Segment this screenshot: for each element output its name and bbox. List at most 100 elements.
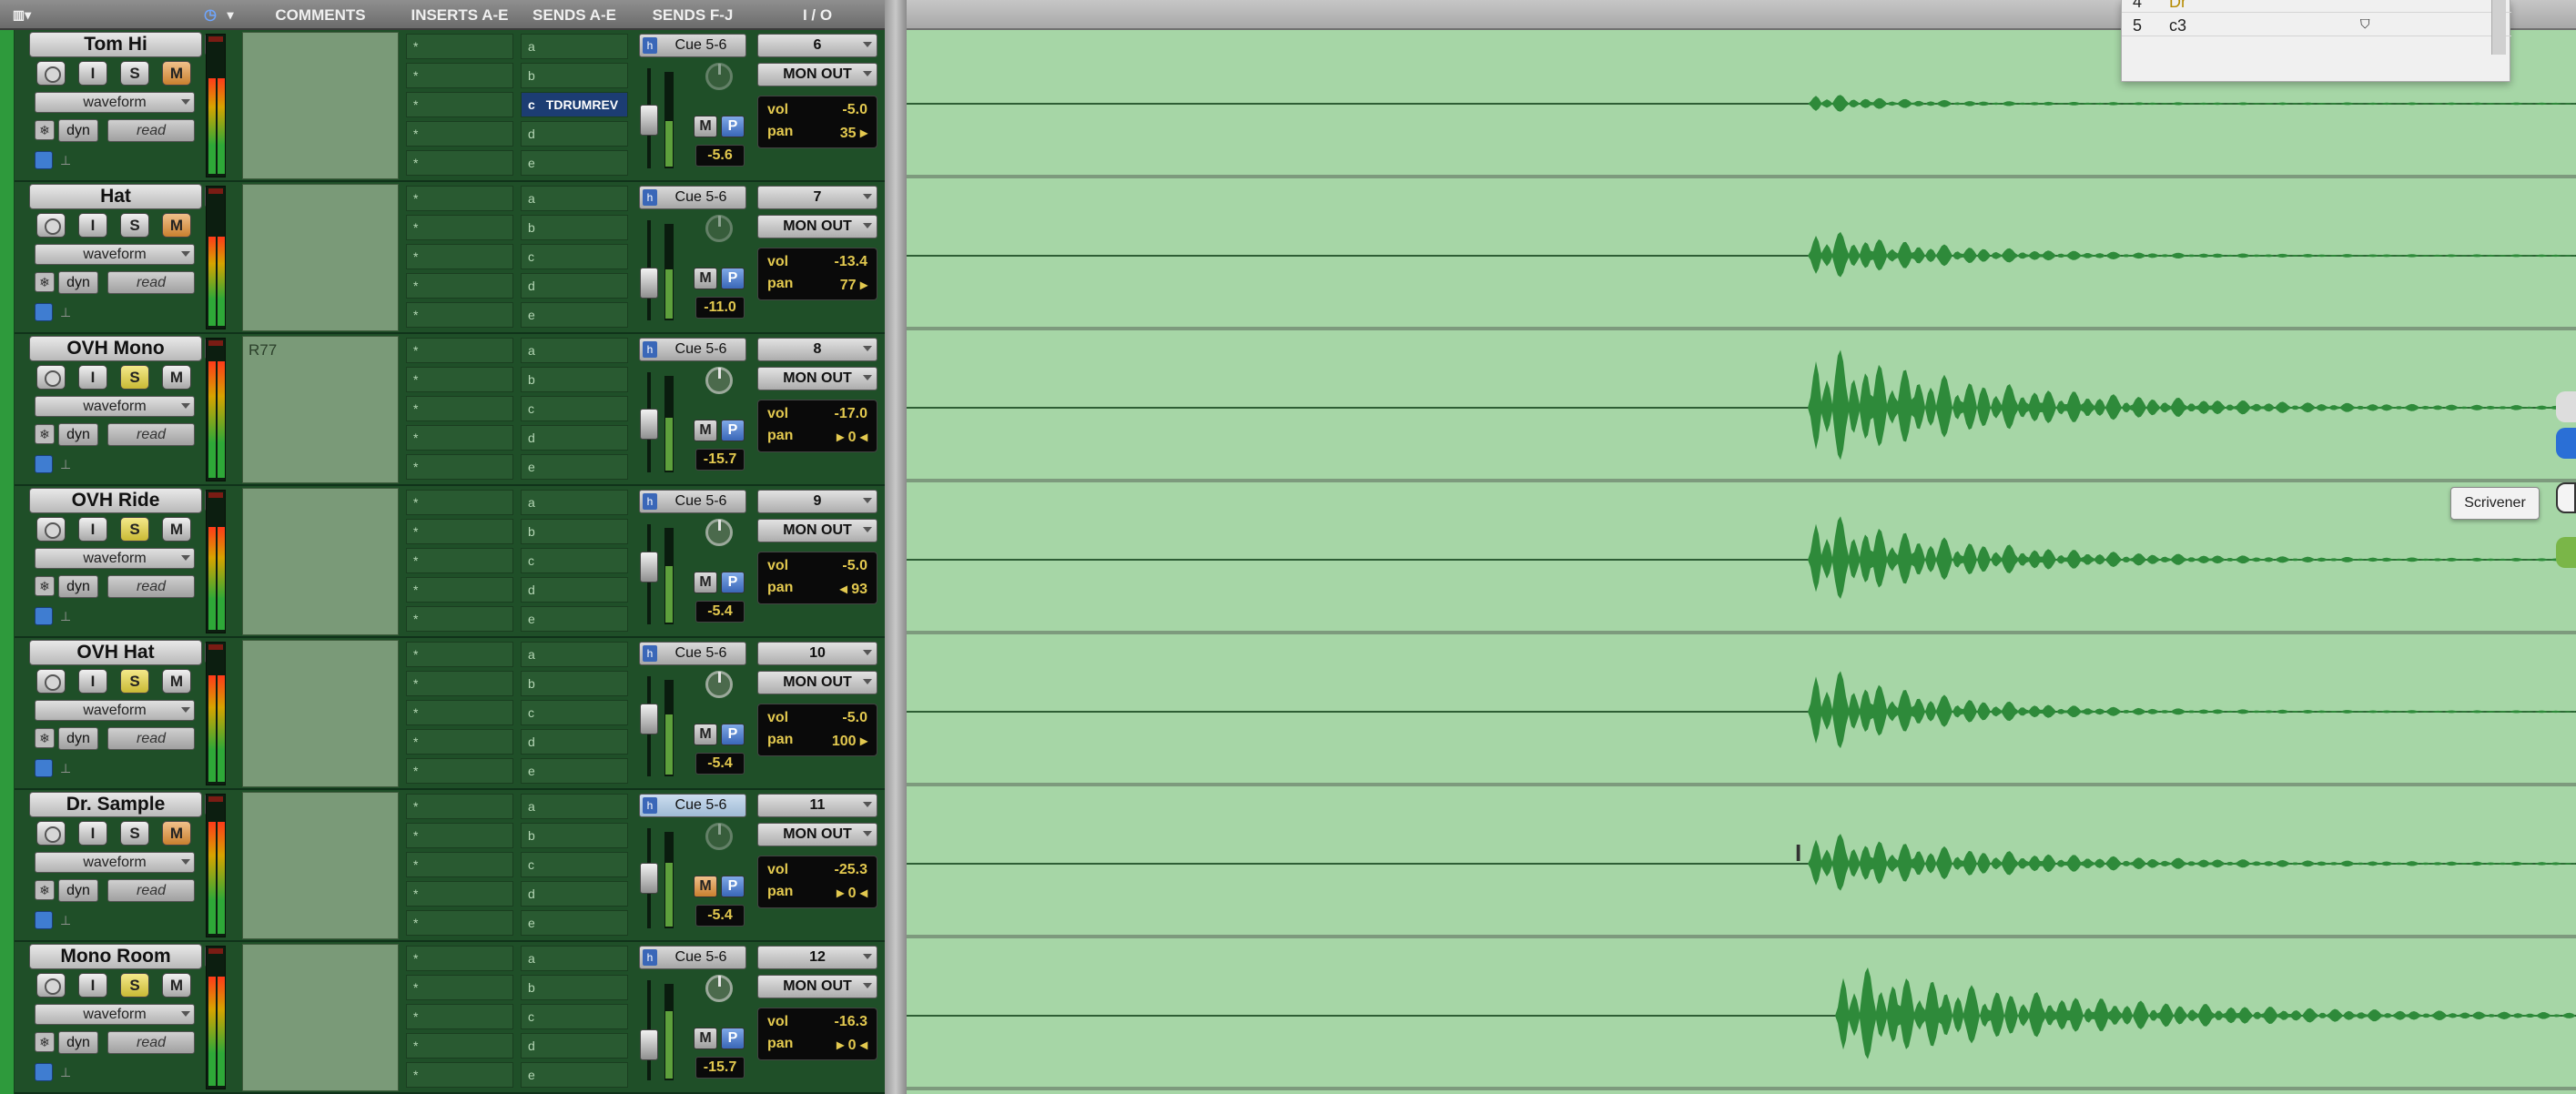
record-arm-button[interactable]: [36, 365, 66, 390]
dynamic-plugin-button[interactable]: dyn: [58, 271, 98, 294]
insert-slot[interactable]: *: [406, 34, 513, 59]
send-mute-button[interactable]: M: [694, 420, 717, 441]
insert-slot[interactable]: *: [406, 758, 513, 784]
dynamic-plugin-button[interactable]: dyn: [58, 727, 98, 750]
vol-value[interactable]: -17.0: [835, 406, 867, 422]
freeze-icon[interactable]: ❄: [35, 576, 55, 596]
track-name[interactable]: Hat: [29, 184, 223, 209]
automation-mode-selector[interactable]: read: [107, 423, 195, 446]
dynamic-plugin-button[interactable]: dyn: [58, 423, 98, 446]
output-selector[interactable]: MON OUT: [757, 975, 877, 998]
insert-slot[interactable]: *: [406, 63, 513, 88]
input-monitor-button[interactable]: I: [78, 365, 107, 390]
output-selector[interactable]: MON OUT: [757, 63, 877, 86]
track-name[interactable]: Tom Hi: [29, 32, 223, 57]
send-mute-button[interactable]: M: [694, 268, 717, 289]
send-slot[interactable]: c TDRUMREV: [521, 92, 628, 117]
send-slot[interactable]: e: [521, 302, 628, 328]
insert-slot[interactable]: *: [406, 946, 513, 971]
send-prefader-button[interactable]: P: [721, 116, 745, 137]
send-pan-knob-icon[interactable]: [705, 519, 733, 546]
insert-slot[interactable]: *: [406, 425, 513, 451]
fader-cap[interactable]: [640, 552, 658, 582]
send-slot[interactable]: b: [521, 671, 628, 696]
vol-value[interactable]: -5.0: [842, 102, 867, 118]
record-arm-button[interactable]: [36, 973, 66, 998]
track-comments[interactable]: [242, 32, 399, 179]
freeze-icon[interactable]: ❄: [35, 424, 55, 444]
insert-slot[interactable]: *: [406, 273, 513, 299]
insert-slot[interactable]: *: [406, 729, 513, 755]
voice-selector-icon[interactable]: [35, 911, 53, 929]
vol-value[interactable]: -16.3: [835, 1014, 867, 1030]
automation-mode-selector[interactable]: read: [107, 727, 195, 750]
insert-slot[interactable]: *: [406, 215, 513, 240]
send-pan-knob-icon[interactable]: [705, 671, 733, 698]
track-name[interactable]: Mono Room: [29, 944, 223, 969]
pan-value[interactable]: 77 ▸: [840, 276, 867, 294]
send-slot[interactable]: c: [521, 852, 628, 877]
send-pan-knob-icon[interactable]: [705, 215, 733, 242]
insert-slot[interactable]: *: [406, 852, 513, 877]
cue-send-selector[interactable]: h Cue 5-6: [639, 490, 746, 513]
automation-mode-selector[interactable]: read: [107, 575, 195, 598]
track-name[interactable]: OVH Mono: [29, 336, 223, 361]
fader-cap[interactable]: [640, 1029, 658, 1060]
freeze-icon[interactable]: ❄: [35, 880, 55, 900]
send-slot[interactable]: b: [521, 63, 628, 88]
output-selector[interactable]: MON OUT: [757, 215, 877, 238]
view-selector[interactable]: waveform: [35, 852, 195, 873]
send-slot[interactable]: a: [521, 794, 628, 819]
freeze-icon[interactable]: ❄: [35, 728, 55, 748]
fader-cap[interactable]: [640, 863, 658, 894]
mute-button[interactable]: M: [162, 61, 191, 86]
input-selector[interactable]: 10: [757, 642, 877, 665]
send-prefader-button[interactable]: P: [721, 572, 745, 593]
track-lane[interactable]: [907, 790, 2576, 938]
send-slot[interactable]: c: [521, 244, 628, 269]
send-slot[interactable]: d: [521, 729, 628, 755]
send-pan-knob-icon[interactable]: [705, 367, 733, 394]
insert-slot[interactable]: *: [406, 548, 513, 573]
send-slot[interactable]: d: [521, 881, 628, 907]
send-fader[interactable]: [640, 220, 658, 320]
pane-divider[interactable]: [885, 0, 907, 1094]
output-selector[interactable]: MON OUT: [757, 519, 877, 542]
send-slot[interactable]: b: [521, 519, 628, 544]
input-selector[interactable]: 12: [757, 946, 877, 969]
pan-value[interactable]: ▸ 0 ◂: [837, 884, 867, 902]
send-slot[interactable]: d: [521, 425, 628, 451]
insert-slot[interactable]: *: [406, 92, 513, 117]
send-prefader-button[interactable]: P: [721, 1028, 745, 1049]
send-mute-button[interactable]: M: [694, 724, 717, 745]
mute-button[interactable]: M: [162, 669, 191, 694]
voice-selector-icon[interactable]: [35, 759, 53, 777]
track-comments[interactable]: [242, 944, 399, 1091]
fader-cap[interactable]: [640, 268, 658, 299]
insert-slot[interactable]: *: [406, 121, 513, 147]
header-menu-icon[interactable]: ▾: [222, 0, 238, 30]
voice-selector-icon[interactable]: [35, 1063, 53, 1081]
view-selector[interactable]: waveform: [35, 548, 195, 569]
insert-slot[interactable]: *: [406, 302, 513, 328]
solo-button[interactable]: S: [120, 821, 149, 846]
insert-slot[interactable]: *: [406, 519, 513, 544]
input-selector[interactable]: 8: [757, 338, 877, 361]
send-slot[interactable]: e: [521, 150, 628, 176]
cue-send-selector[interactable]: h Cue 5-6: [639, 946, 746, 969]
track-name[interactable]: OVH Ride: [29, 488, 223, 513]
track-color-strip[interactable]: [0, 790, 15, 942]
input-monitor-button[interactable]: I: [78, 61, 107, 86]
send-mute-button[interactable]: M: [694, 876, 717, 897]
input-monitor-button[interactable]: I: [78, 973, 107, 998]
solo-button[interactable]: S: [120, 365, 149, 390]
insert-slot[interactable]: *: [406, 396, 513, 421]
dock-app-icon[interactable]: [2556, 428, 2576, 459]
insert-slot[interactable]: *: [406, 1004, 513, 1029]
solo-button[interactable]: S: [120, 517, 149, 542]
insert-slot[interactable]: *: [406, 606, 513, 632]
input-selector[interactable]: 11: [757, 794, 877, 817]
send-pan-knob-icon[interactable]: [705, 823, 733, 850]
input-selector[interactable]: 6: [757, 34, 877, 57]
send-slot[interactable]: b: [521, 823, 628, 848]
